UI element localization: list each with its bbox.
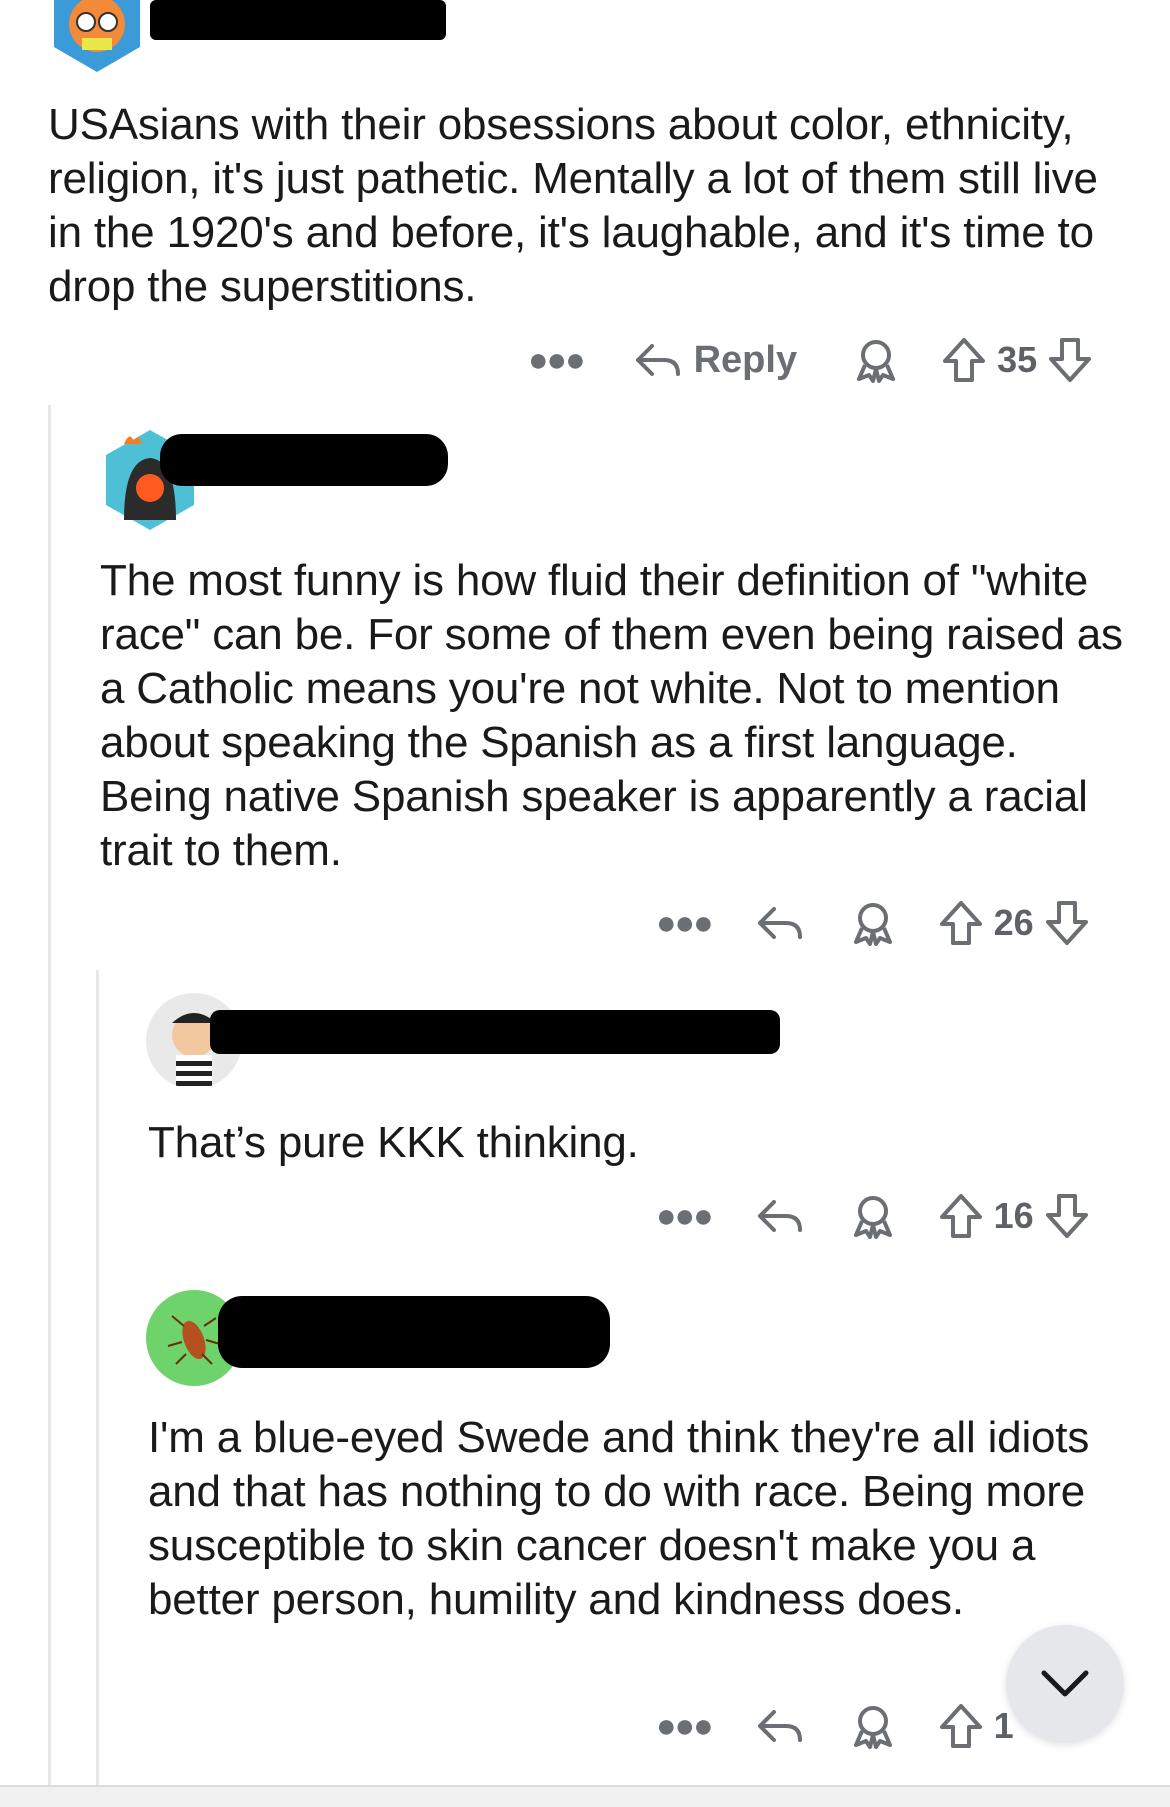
more-options-button[interactable]: ●●●: [528, 343, 586, 377]
comment-actions: ●●● Reply 35: [528, 330, 1093, 390]
comment-body: That’s pure KKK thinking.: [148, 1118, 639, 1167]
redacted-username: [218, 1296, 610, 1368]
redacted-username: [210, 1010, 780, 1054]
downvote-icon[interactable]: [1047, 337, 1093, 383]
comment-actions: ●●● 1: [656, 1696, 1024, 1756]
upvote-icon[interactable]: [941, 337, 987, 383]
avatar[interactable]: [52, 0, 142, 72]
comment-actions: ●●● 16: [656, 1186, 1090, 1246]
bottom-sheet-edge: [0, 1785, 1170, 1807]
more-options-button[interactable]: ●●●: [656, 906, 714, 940]
upvote-icon[interactable]: [938, 900, 984, 946]
award-icon[interactable]: [850, 900, 896, 946]
reply-icon[interactable]: [756, 1706, 804, 1746]
reply-icon[interactable]: [756, 1196, 804, 1236]
more-options-button[interactable]: ●●●: [656, 1709, 714, 1743]
comment-actions: ●●● 26: [656, 893, 1090, 953]
thread-line-level-1: [48, 405, 51, 1802]
upvote-icon[interactable]: [938, 1703, 984, 1749]
award-icon[interactable]: [853, 337, 899, 383]
next-comment-button[interactable]: [1006, 1625, 1124, 1743]
more-options-button[interactable]: ●●●: [656, 1199, 714, 1233]
redacted-username: [150, 0, 446, 40]
downvote-icon[interactable]: [1044, 900, 1090, 946]
reply-icon[interactable]: [756, 903, 804, 943]
redacted-username: [160, 434, 448, 486]
vote-count: 1: [993, 1705, 1014, 1746]
vote-count: 35: [997, 339, 1038, 380]
reply-label: Reply: [693, 338, 798, 381]
award-icon[interactable]: [850, 1703, 896, 1749]
award-icon[interactable]: [850, 1193, 896, 1239]
vote-count: 26: [993, 902, 1034, 943]
cartoon-avatar-icon: [54, 0, 140, 72]
chevron-down-icon: [1041, 1670, 1089, 1697]
comment-body: The most funny is how fluid their defini…: [100, 556, 1123, 875]
comment-body: I'm a blue-eyed Swede and think they're …: [148, 1413, 1090, 1624]
reply-icon: [635, 344, 680, 376]
downvote-icon[interactable]: [1044, 1193, 1090, 1239]
upvote-icon[interactable]: [938, 1193, 984, 1239]
comment-body: USAsians with their obsessions about col…: [48, 100, 1098, 311]
thread-line-level-2: [96, 970, 99, 1802]
reply-button[interactable]: Reply: [634, 339, 797, 382]
vote-count: 16: [993, 1195, 1034, 1236]
